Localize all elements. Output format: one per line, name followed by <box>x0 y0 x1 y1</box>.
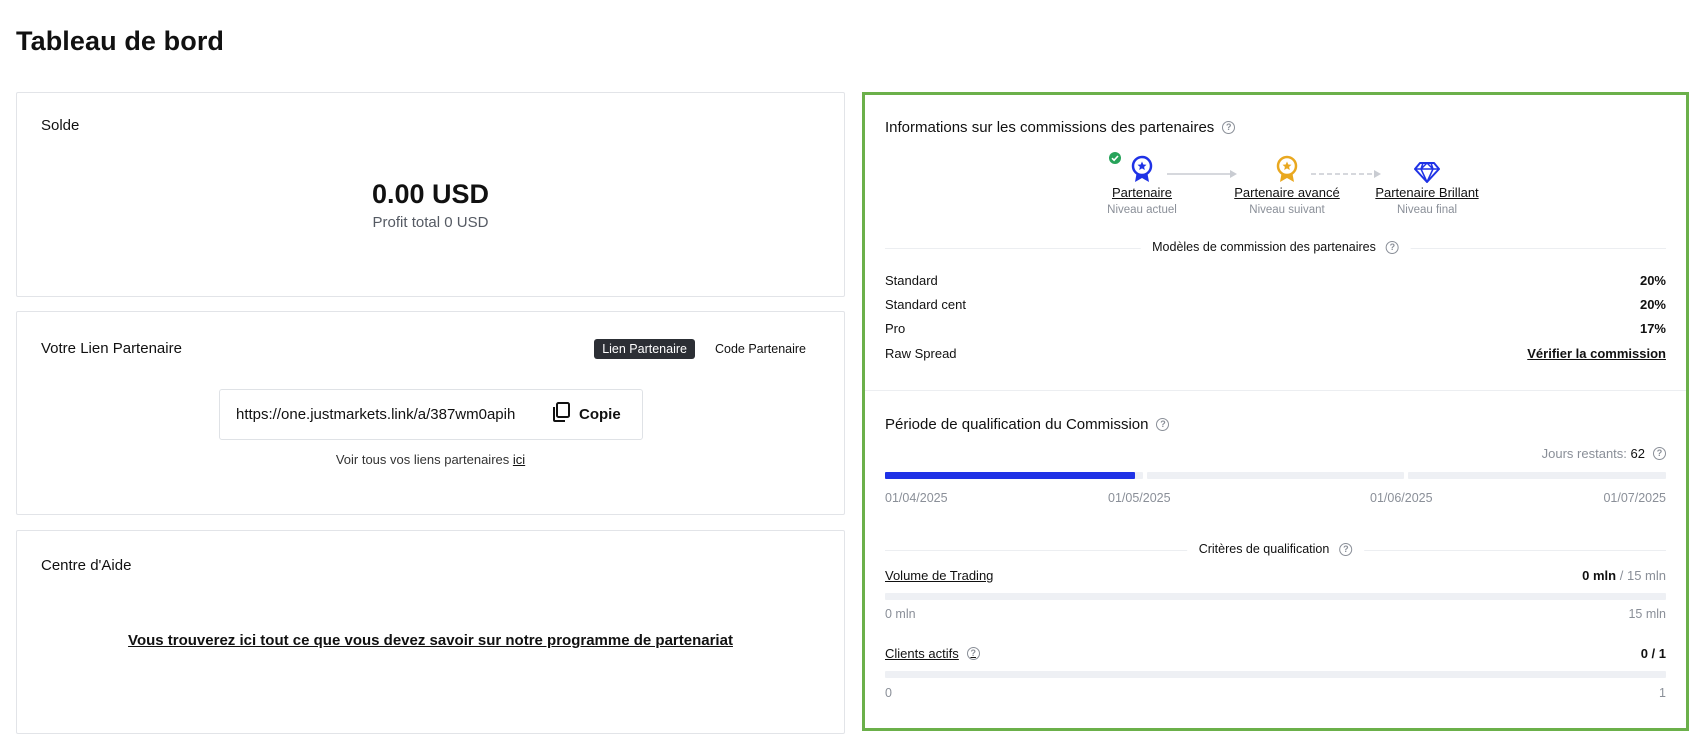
diamond-icon <box>1362 153 1492 183</box>
partner-link-url[interactable]: https://one.justmarkets.link/a/387wm0api… <box>236 406 540 423</box>
criteria-title: Critères de qualification <box>1198 542 1330 556</box>
period-progress-month-2 <box>1147 472 1404 479</box>
help-icon[interactable]: ? <box>1339 542 1353 556</box>
model-row: Raw Spread Vérifier la commission <box>885 346 1666 361</box>
level-name[interactable]: Partenaire Brillant <box>1362 185 1492 200</box>
balance-title: Solde <box>41 117 80 134</box>
criterion-active-clients: Clients actifs? 0 / 1 <box>885 646 1666 661</box>
help-center-card: Centre d'Aide Vous trouverez ici tout ce… <box>16 530 845 734</box>
model-name: Standard cent <box>885 297 966 312</box>
days-remaining: Jours restants: 62 ? <box>1542 446 1666 461</box>
period-date: 01/04/2025 <box>885 491 948 505</box>
level-partner: Partenaire Niveau actuel <box>1092 151 1192 216</box>
period-date: 01/07/2025 <box>1603 491 1666 505</box>
check-icon <box>1109 151 1121 169</box>
all-links-hint: Voir tous vos liens partenaires ici <box>17 452 844 467</box>
criterion-current: 0 / 1 <box>1640 646 1666 661</box>
period-progress-fill <box>885 472 1136 479</box>
criterion-name[interactable]: Clients actifs <box>885 646 959 661</box>
all-links-link[interactable]: ici <box>513 452 525 467</box>
criterion-max: 15 mln <box>1628 607 1666 621</box>
balance-amount: 0.00 USD <box>371 179 490 209</box>
model-name: Standard <box>885 273 938 288</box>
help-icon[interactable]: ? <box>1222 121 1236 134</box>
criterion-progress-bar <box>885 671 1666 678</box>
model-name: Pro <box>885 321 906 336</box>
toggle-partner-code[interactable]: Code Partenaire <box>707 339 814 359</box>
help-icon[interactable]: ? <box>1156 418 1170 431</box>
commission-panel: Informations sur les commissions des par… <box>862 92 1689 731</box>
copy-button[interactable]: Copie <box>552 402 621 427</box>
page-title: Tableau de bord <box>16 26 225 56</box>
help-icon[interactable]: ? <box>966 647 980 660</box>
link-code-toggle: Lien Partenaire Code Partenaire <box>594 339 814 359</box>
criterion-name[interactable]: Volume de Trading <box>885 568 993 583</box>
criterion-min: 0 <box>885 686 892 700</box>
level-advanced-partner: Partenaire avancé Niveau suivant <box>1217 153 1357 216</box>
level-brilliant-partner: Partenaire Brillant Niveau final <box>1362 153 1492 216</box>
level-status: Niveau actuel <box>1107 204 1177 216</box>
days-remaining-value: 62 <box>1630 446 1645 461</box>
period-progress-month-3 <box>1408 472 1666 479</box>
criterion-current: 0 mln <box>1582 568 1617 583</box>
balance-card: Solde 0.00 USD Profit total 0 USD <box>16 92 845 297</box>
model-name: Raw Spread <box>885 346 957 361</box>
commission-info-title: Informations sur les commissions des par… <box>885 119 1236 136</box>
partner-levels: Partenaire Niveau actuel Partenaire avan… <box>865 151 1686 233</box>
period-date: 01/05/2025 <box>1108 491 1171 505</box>
copy-label: Copie <box>579 406 621 423</box>
model-value: 17% <box>1639 321 1666 336</box>
all-links-hint-text: Voir tous vos liens partenaires <box>335 452 513 467</box>
days-remaining-label: Jours restants: <box>1541 446 1627 461</box>
criterion-max: 1 <box>1659 686 1666 700</box>
level-status: Niveau suivant <box>1249 204 1325 216</box>
criterion-min: 0 mln <box>885 607 916 621</box>
commission-models-title: Modèles de commission des partenaires <box>1152 240 1376 254</box>
section-divider <box>865 390 1686 391</box>
criterion-limits: 0 1 <box>885 686 1666 700</box>
criteria-divider: Critères de qualification ? <box>885 542 1666 556</box>
help-icon[interactable]: ? <box>1653 447 1666 460</box>
partner-link-title: Votre Lien Partenaire <box>41 340 182 357</box>
criterion-progress-bar <box>885 593 1666 600</box>
model-value: 20% <box>1639 273 1666 288</box>
verify-commission-link[interactable]: Vérifier la commission <box>1527 346 1666 361</box>
partner-link-card: Votre Lien Partenaire Lien Partenaire Co… <box>16 311 845 515</box>
help-center-title: Centre d'Aide <box>41 557 132 574</box>
commission-info-title-text: Informations sur les commissions des par… <box>885 119 1215 136</box>
model-value: 20% <box>1639 297 1666 312</box>
total-profit: Profit total 0 USD <box>372 214 489 231</box>
period-date: 01/06/2025 <box>1370 491 1433 505</box>
toggle-partner-link[interactable]: Lien Partenaire <box>594 339 695 359</box>
criterion-limits: 0 mln 15 mln <box>885 607 1666 621</box>
qualification-title: Période de qualification du Commission ? <box>885 416 1170 433</box>
criterion-trading-volume: Volume de Trading 0 mln / 15 mln <box>885 568 1666 583</box>
criterion-target: / 15 mln <box>1619 568 1666 583</box>
help-icon[interactable]: ? <box>1385 240 1399 254</box>
partner-link-field[interactable]: https://one.justmarkets.link/a/387wm0api… <box>219 389 643 440</box>
partnership-program-link[interactable]: Vous trouverez ici tout ce que vous deve… <box>17 632 844 649</box>
level-status: Niveau final <box>1396 204 1458 216</box>
model-row: Standard cent 20% <box>885 297 1666 312</box>
qualification-title-text: Période de qualification du Commission <box>885 416 1149 433</box>
period-progress-month-1 <box>885 472 1143 479</box>
level-name[interactable]: Partenaire <box>1092 185 1192 200</box>
model-row: Pro 17% <box>885 321 1666 336</box>
commission-models-divider: Modèles de commission des partenaires ? <box>885 240 1666 254</box>
copy-icon <box>552 402 570 427</box>
model-row: Standard 20% <box>885 273 1666 288</box>
level-name[interactable]: Partenaire avancé <box>1217 185 1357 200</box>
